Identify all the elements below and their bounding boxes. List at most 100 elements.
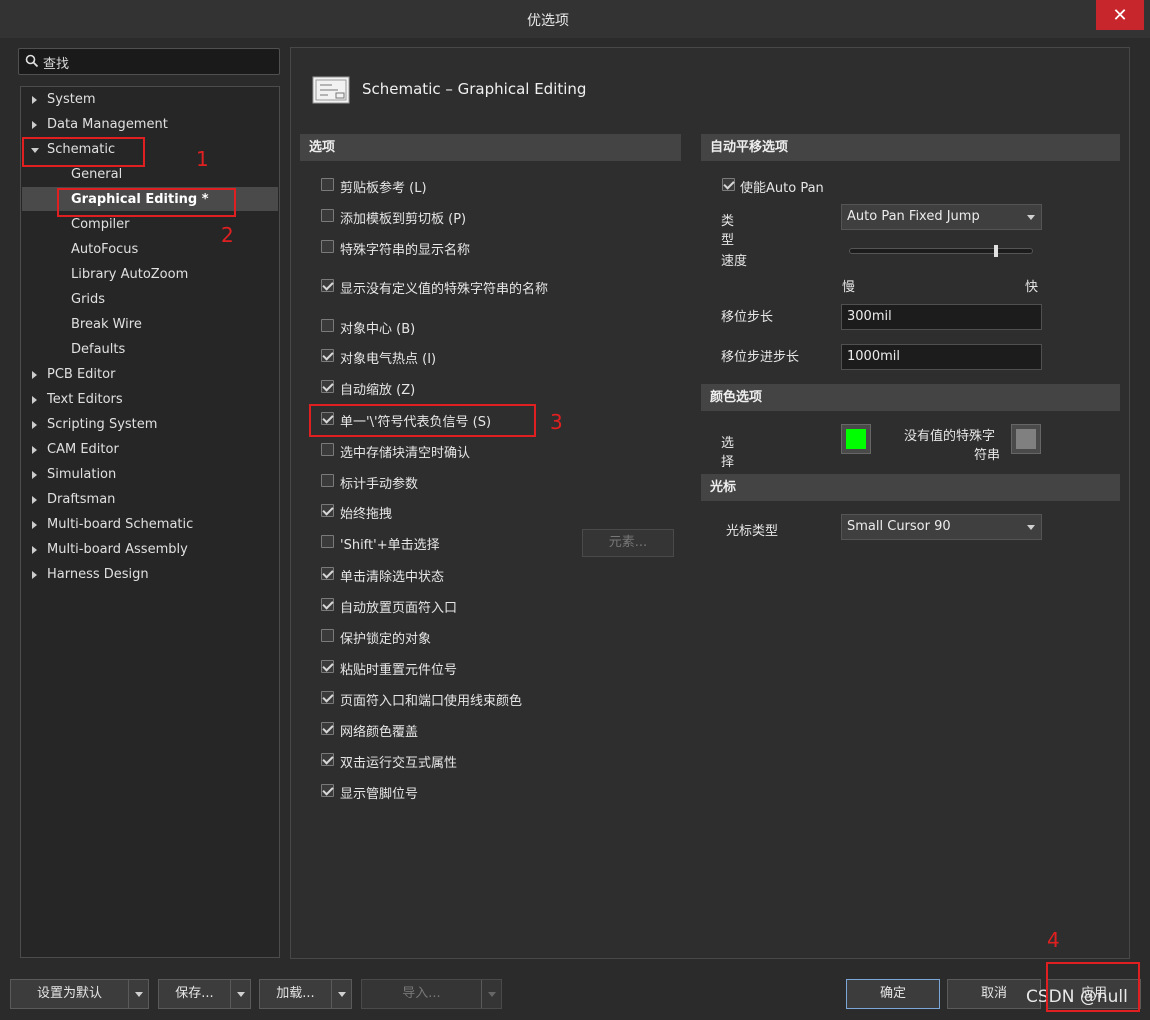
checkbox-clipboard-reference[interactable] (321, 178, 334, 191)
tree-item-autofocus[interactable]: AutoFocus (71, 239, 138, 261)
label-reset-designators-on-paste: 粘贴时重置元件位号 (340, 663, 458, 678)
checkbox-object-center[interactable] (321, 319, 334, 332)
elements-button[interactable]: 元素... (582, 529, 674, 557)
save-button[interactable]: 保存... (158, 979, 251, 1009)
tree-item-text-editors[interactable]: Text Editors (47, 389, 123, 411)
chevron-down-icon[interactable] (230, 980, 250, 1008)
checkbox-auto-sheet-entries[interactable] (321, 598, 334, 611)
cursor-header: 光标 (701, 474, 1120, 501)
annotation-box-4 (1046, 962, 1140, 1012)
checkbox-special-string-display[interactable] (321, 240, 334, 253)
cursor-type-select[interactable]: Small Cursor 90 (841, 514, 1042, 540)
annotation-number-2: 2 (221, 223, 234, 247)
annotation-number-3: 3 (550, 410, 563, 434)
checkbox-shift-click-select[interactable] (321, 535, 334, 548)
expand-arrow-icon[interactable] (32, 421, 37, 429)
tree-item-data-management[interactable]: Data Management (47, 114, 168, 136)
expand-arrow-icon[interactable] (32, 521, 37, 529)
autopan-type-select[interactable]: Auto Pan Fixed Jump (841, 204, 1042, 230)
speed-slider-thumb[interactable] (994, 245, 999, 257)
checkbox-show-undefined-special-strings[interactable] (321, 279, 334, 292)
tree-item-general[interactable]: General (71, 164, 122, 186)
label-show-pin-designators: 显示管脚位号 (340, 787, 419, 802)
tree-item-multiboard-schematic[interactable]: Multi-board Schematic (47, 514, 193, 536)
tree-item-compiler[interactable]: Compiler (71, 214, 130, 236)
checkbox-confirm-clear-selection-memory[interactable] (321, 443, 334, 456)
label-auto-zoom: 自动缩放 (Z) (340, 383, 416, 398)
options-header: 选项 (300, 134, 681, 161)
checkbox-protect-locked-objects[interactable] (321, 629, 334, 642)
search-input[interactable]: 查找 (18, 48, 280, 75)
shift-step-size-field[interactable]: 1000mil (841, 344, 1042, 370)
expand-arrow-icon[interactable] (32, 471, 37, 479)
step-size-field[interactable]: 300mil (841, 304, 1042, 330)
label-electrical-hotspot: 对象电气热点 (I) (340, 352, 437, 367)
label-speed: 速度 (721, 254, 748, 269)
tree-item-library-autozoom[interactable]: Library AutoZoom (71, 264, 188, 286)
checkbox-electrical-hotspot[interactable] (321, 349, 334, 362)
chevron-down-icon[interactable] (481, 980, 501, 1008)
tree-item-scripting-system[interactable]: Scripting System (47, 414, 157, 436)
checkbox-harness-color-ports[interactable] (321, 691, 334, 704)
checkbox-reset-designators-on-paste[interactable] (321, 660, 334, 673)
search-placeholder: 查找 (43, 57, 70, 72)
expand-arrow-icon[interactable] (32, 371, 37, 379)
tree-item-draftsman[interactable]: Draftsman (47, 489, 115, 511)
expand-arrow-icon[interactable] (32, 396, 37, 404)
close-button[interactable]: ✕ (1096, 0, 1144, 30)
import-button[interactable]: 导入... (361, 979, 502, 1009)
expand-arrow-icon[interactable] (32, 571, 37, 579)
checkbox-net-color-override[interactable] (321, 722, 334, 735)
chevron-down-icon (1027, 215, 1035, 220)
expand-arrow-icon[interactable] (32, 96, 37, 104)
selection-color-swatch[interactable] (841, 424, 871, 454)
expand-arrow-icon[interactable] (32, 121, 37, 129)
annotation-box-2 (57, 188, 236, 217)
chevron-down-icon (1027, 525, 1035, 530)
label-shift-click-select: 'Shift'+单击选择 (340, 538, 440, 553)
checkbox-enable-autopan[interactable] (722, 178, 735, 191)
chevron-down-icon[interactable] (128, 980, 148, 1008)
speed-slider[interactable] (849, 248, 1033, 254)
tree-item-break-wire[interactable]: Break Wire (71, 314, 142, 336)
novalue-color-swatch[interactable] (1011, 424, 1041, 454)
autopan-header: 自动平移选项 (701, 134, 1120, 161)
load-label: 加载... (276, 986, 315, 1001)
checkbox-double-click-inspector[interactable] (321, 753, 334, 766)
tree-item-multiboard-assembly[interactable]: Multi-board Assembly (47, 539, 188, 561)
set-default-label: 设置为默认 (36, 986, 102, 1001)
load-button[interactable]: 加载... (259, 979, 352, 1009)
label-cursor-type: 光标类型 (726, 524, 779, 539)
page-title: Schematic – Graphical Editing (362, 80, 587, 98)
chevron-down-icon[interactable] (331, 980, 351, 1008)
label-shift-step-size: 移位步进步长 (721, 350, 800, 365)
checkbox-click-clears-selection[interactable] (321, 567, 334, 580)
tree-item-pcb-editor[interactable]: PCB Editor (47, 364, 115, 386)
label-fast: 快 (1025, 280, 1039, 295)
tree-item-system[interactable]: System (47, 89, 95, 111)
annotation-number-4: 4 (1047, 928, 1060, 952)
label-novalue-special-string-2: 符串 (974, 448, 1001, 463)
checkbox-add-template-clipboard[interactable] (321, 209, 334, 222)
checkbox-show-pin-designators[interactable] (321, 784, 334, 797)
ok-button[interactable]: 确定 (846, 979, 940, 1009)
tree-item-harness-design[interactable]: Harness Design (47, 564, 149, 586)
tree-item-cam-editor[interactable]: CAM Editor (47, 439, 119, 461)
tree-item-simulation[interactable]: Simulation (47, 464, 116, 486)
tree-item-defaults[interactable]: Defaults (71, 339, 125, 361)
expand-arrow-icon[interactable] (32, 546, 37, 554)
tree-item-grids[interactable]: Grids (71, 289, 105, 311)
label-net-color-override: 网络颜色覆盖 (340, 725, 419, 740)
checkbox-mark-manual-parameters[interactable] (321, 474, 334, 487)
label-mark-manual-parameters: 标计手动参数 (340, 477, 419, 492)
expand-arrow-icon[interactable] (32, 446, 37, 454)
import-label: 导入... (402, 986, 441, 1001)
checkbox-always-drag[interactable] (321, 504, 334, 517)
set-default-button[interactable]: 设置为默认 (10, 979, 149, 1009)
window-title: 优选项 (527, 13, 569, 29)
label-slow: 慢 (842, 280, 856, 295)
expand-arrow-icon[interactable] (32, 496, 37, 504)
checkbox-auto-zoom[interactable] (321, 380, 334, 393)
label-clipboard-reference: 剪贴板参考 (L) (340, 181, 427, 196)
search-icon (25, 54, 39, 68)
